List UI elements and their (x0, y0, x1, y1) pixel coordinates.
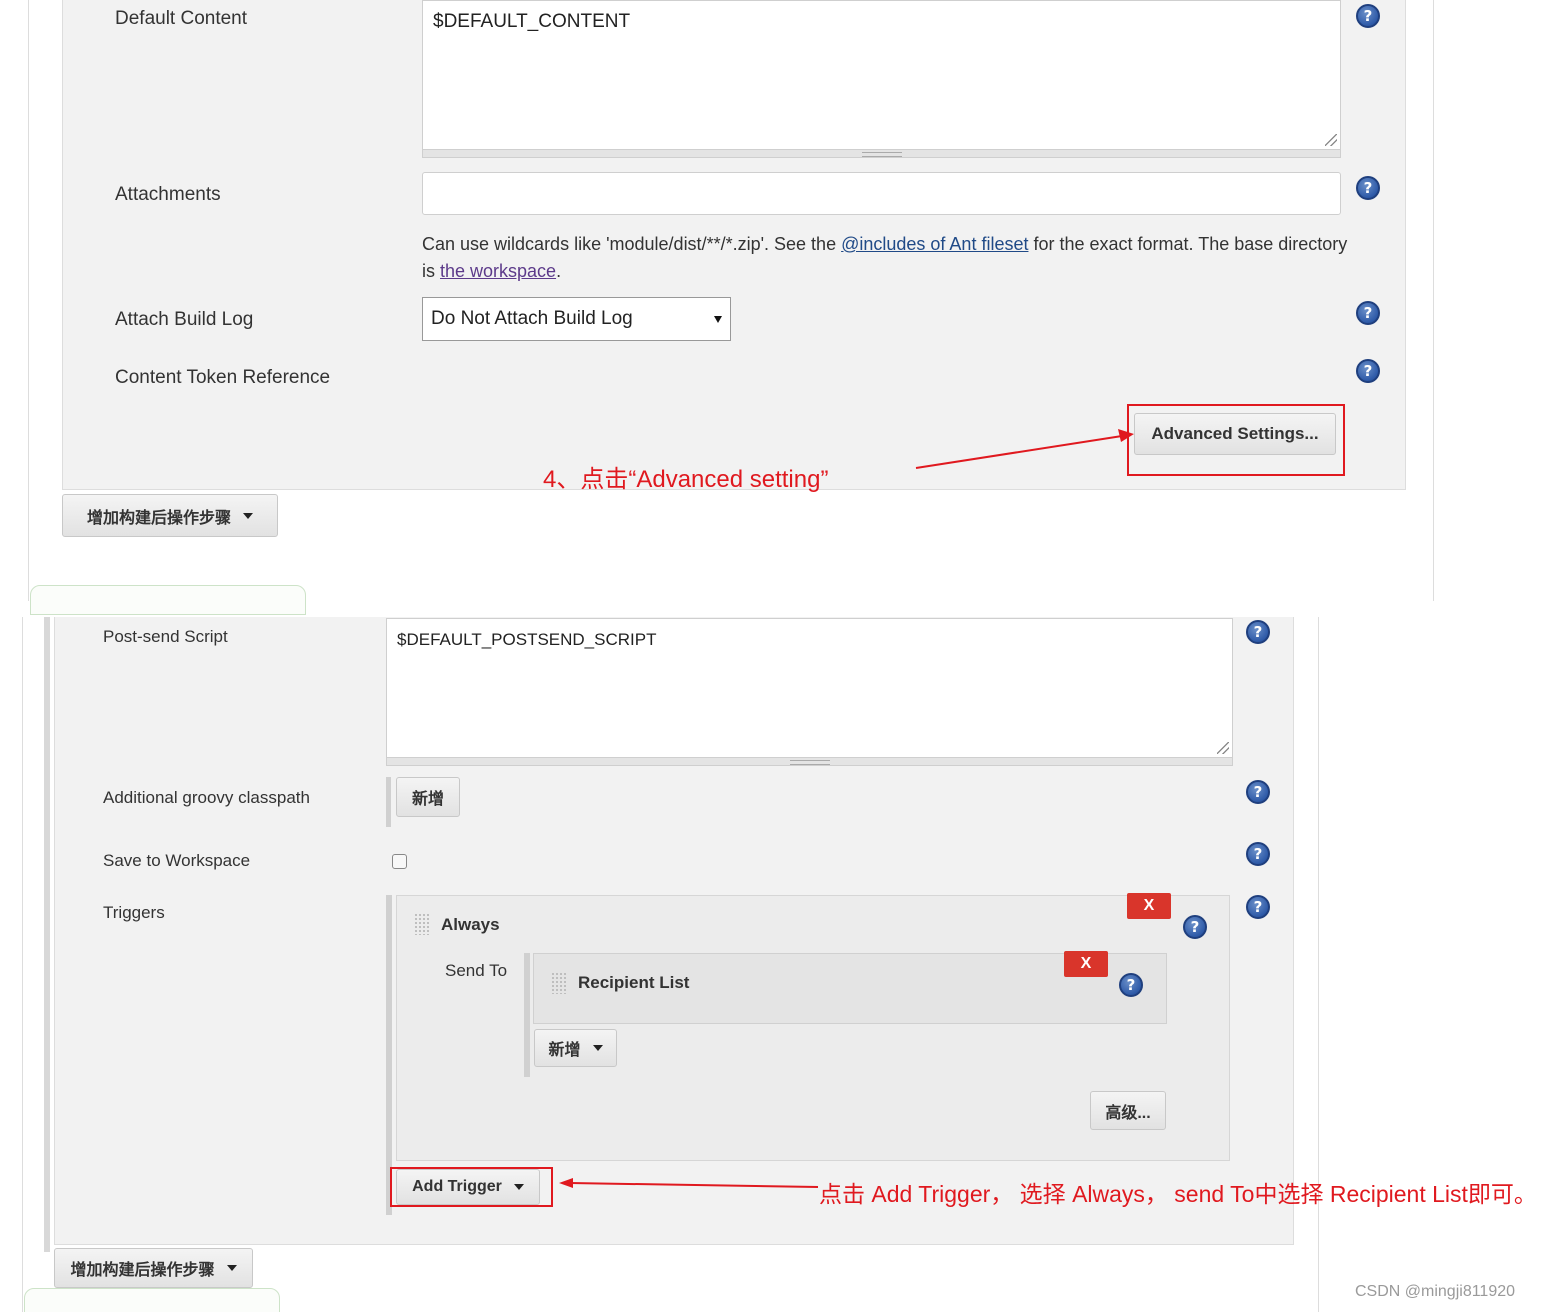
groovy-left-rule (386, 777, 391, 827)
default-content-value: $DEFAULT_CONTENT (433, 11, 631, 32)
attachments-label: Attachments (115, 184, 221, 205)
left-accent-bar (44, 617, 50, 1252)
delete-recipient-button[interactable]: X (1064, 951, 1108, 977)
default-content-label: Default Content (115, 8, 248, 29)
dropdown-arrow-icon (714, 315, 722, 323)
bottom-screenshot: Post-send Script $DEFAULT_POSTSEND_SCRIP… (0, 617, 1547, 1312)
add-recipient-label: 新增 (548, 1042, 581, 1059)
delete-always-button[interactable]: X (1127, 893, 1171, 919)
workspace-link[interactable]: the workspace (440, 261, 556, 281)
attach-build-log-label: Attach Build Log (115, 309, 254, 330)
caret-down-icon (592, 1045, 603, 1051)
annotation-text-advanced: 4、点击“Advanced setting” (543, 466, 829, 493)
attach-build-log-value: Do Not Attach Build Log (431, 308, 633, 329)
add-post-build-step-label: 增加构建后操作步骤 (86, 509, 231, 527)
help-icon[interactable]: ? (1119, 973, 1143, 997)
help-icon[interactable]: ? (1246, 780, 1270, 804)
watermark: CSDN @mingji811920 (1355, 1283, 1516, 1300)
help-icon[interactable]: ? (1246, 895, 1270, 919)
content-token-label: Content Token Reference (115, 367, 331, 388)
help-icon[interactable]: ? (1356, 359, 1380, 383)
triggers-label: Triggers (103, 903, 165, 922)
help-icon[interactable]: ? (1356, 176, 1380, 200)
help-icon[interactable]: ? (1183, 915, 1207, 939)
annotation-arrow (559, 1178, 819, 1188)
save-workspace-checkbox[interactable] (392, 854, 407, 869)
annotation-text-trigger: 点击 Add Trigger， 选择 Always， send To中选择 Re… (819, 1181, 1537, 1207)
caret-down-icon (226, 1265, 237, 1271)
textarea-drag-handle[interactable] (422, 150, 1341, 158)
attachments-help-text: Can use wildcards like 'module/dist/**/*… (422, 231, 1352, 285)
textarea-drag-handle[interactable] (386, 758, 1233, 766)
add-post-build-step-button[interactable]: 增加构建后操作步骤 (54, 1248, 253, 1288)
add-post-build-step-button[interactable]: 增加构建后操作步骤 (62, 494, 278, 537)
next-section-tab (24, 1288, 280, 1312)
add-recipient-button[interactable]: 新增 (534, 1029, 617, 1067)
recipient-list-title: Recipient List (578, 973, 690, 992)
resize-grip-icon[interactable] (1217, 742, 1229, 754)
groovy-classpath-label: Additional groovy classpath (103, 788, 310, 807)
help-icon[interactable]: ? (1246, 620, 1270, 644)
groovy-add-button[interactable]: 新增 (396, 777, 460, 817)
default-content-textarea[interactable]: $DEFAULT_CONTENT (422, 0, 1341, 150)
add-post-build-step-label: 增加构建后操作步骤 (70, 1262, 215, 1279)
resize-grip-icon[interactable] (1325, 134, 1337, 146)
help-icon[interactable]: ? (1356, 301, 1380, 325)
ant-fileset-link[interactable]: @includes of Ant fileset (841, 234, 1028, 254)
next-section-tab (30, 585, 306, 615)
save-workspace-label: Save to Workspace (103, 851, 251, 870)
help-icon[interactable]: ? (1246, 842, 1270, 866)
post-send-value: $DEFAULT_POSTSEND_SCRIPT (397, 630, 657, 649)
annotation-highlight-box (1127, 404, 1345, 476)
drag-handle-icon[interactable] (414, 913, 430, 935)
attach-build-log-select[interactable]: Do Not Attach Build Log (422, 297, 731, 341)
help-text-pre: Can use wildcards like 'module/dist/**/*… (422, 234, 842, 254)
help-icon[interactable]: ? (1356, 4, 1380, 28)
send-to-label: Send To (445, 961, 508, 980)
attachments-input[interactable] (422, 172, 1341, 215)
drag-handle-icon[interactable] (551, 972, 567, 994)
top-screenshot: Default Content $DEFAULT_CONTENT ? Attac… (0, 0, 1547, 615)
post-send-label: Post-send Script (103, 627, 228, 646)
caret-down-icon (243, 512, 253, 519)
annotation-highlight-box (390, 1167, 553, 1207)
advanced-button[interactable]: 高级... (1090, 1091, 1166, 1130)
annotation-arrow (915, 429, 1134, 469)
always-trigger-title: Always (441, 915, 500, 934)
help-text-post: . (556, 261, 562, 281)
send-to-left-rule (524, 953, 530, 1077)
post-send-textarea[interactable]: $DEFAULT_POSTSEND_SCRIPT (386, 618, 1233, 758)
